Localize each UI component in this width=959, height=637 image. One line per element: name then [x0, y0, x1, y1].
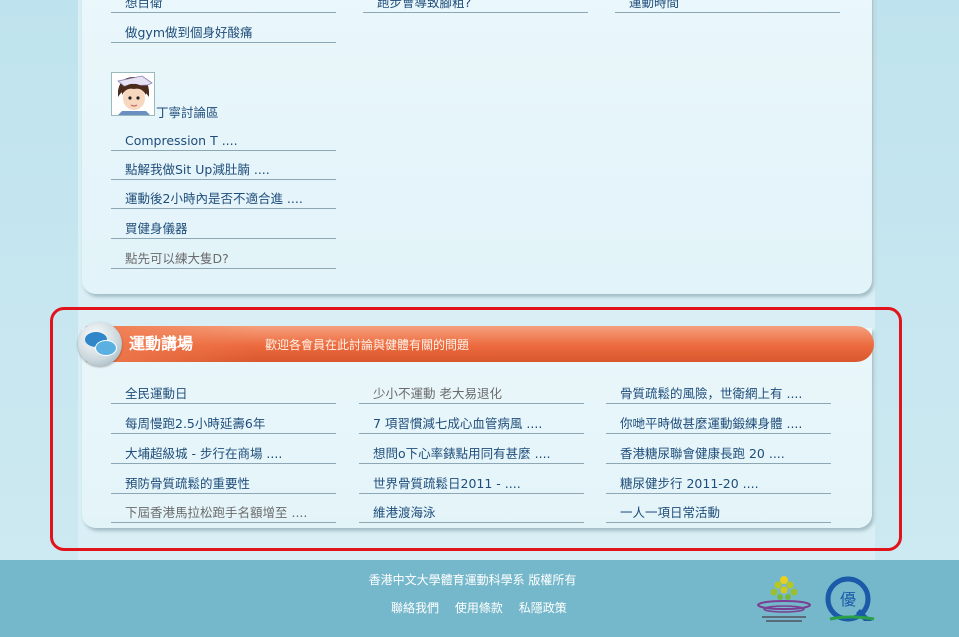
- footer-links: 聯絡我們 使用條款 私隱政策: [391, 599, 579, 617]
- forum-topic-link[interactable]: 點先可以練大隻D?: [111, 249, 336, 269]
- forum-topic-link[interactable]: 運動後2小時內是否不適合進 ....: [111, 189, 336, 209]
- privacy-policy-link[interactable]: 私隱政策: [519, 601, 567, 615]
- forum-topic-link[interactable]: 點解我做Sit Up減肚腩 ....: [111, 160, 336, 180]
- contact-us-link[interactable]: 聯絡我們: [391, 601, 439, 615]
- forum-name[interactable]: 丁寧討論區: [156, 104, 219, 122]
- forum-topic-link[interactable]: 買健身儀器: [111, 219, 336, 239]
- forum-topic-link[interactable]: Compression T ....: [111, 131, 336, 151]
- quality-mark-char: 優: [840, 590, 856, 609]
- terms-of-use-link[interactable]: 使用條款: [455, 601, 503, 615]
- topic-link[interactable]: 跑步會導致腳粗?: [363, 0, 588, 13]
- quality-mark-logo[interactable]: 優: [824, 573, 876, 625]
- avatar-icon[interactable]: [111, 72, 155, 116]
- topic-link[interactable]: 想目衛: [111, 0, 336, 13]
- knowledge-transfer-logo[interactable]: [756, 572, 812, 626]
- highlight-annotation: [50, 307, 902, 551]
- topic-link[interactable]: 運動時間: [615, 0, 840, 13]
- topic-link[interactable]: 做gym做到個身好酸痛: [111, 23, 336, 43]
